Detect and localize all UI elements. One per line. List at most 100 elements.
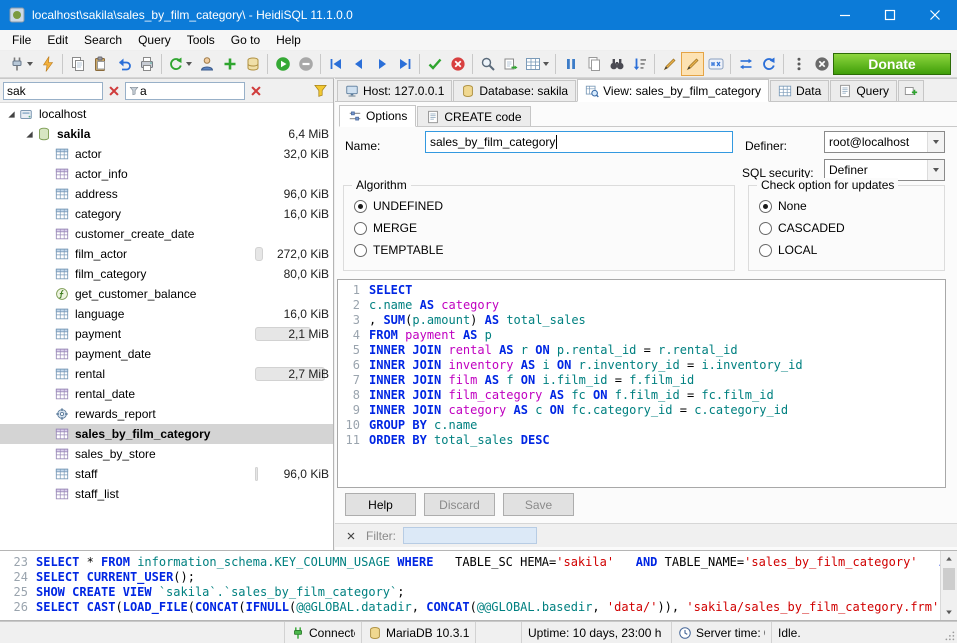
scroll-up-button[interactable] — [941, 551, 957, 567]
find-text-button[interactable] — [605, 52, 628, 76]
hex-view-button[interactable] — [704, 52, 727, 76]
tab-data[interactable]: Data — [770, 80, 829, 101]
tab-view-sales-by-film-category[interactable]: View: sales_by_film_category — [577, 79, 769, 102]
user-manager-button[interactable] — [195, 52, 218, 76]
tree-item-sales-by-film-category[interactable]: sales_by_film_category — [0, 424, 333, 444]
expand-arrow-icon[interactable] — [4, 110, 18, 119]
grid-view-button[interactable] — [522, 52, 552, 76]
previous-row-button[interactable] — [347, 52, 370, 76]
subtab-options[interactable]: Options — [339, 105, 416, 127]
tab-database-sakila[interactable]: Database: sakila — [453, 80, 576, 101]
close-filter-button[interactable] — [343, 528, 359, 544]
cancel-editing-button[interactable] — [446, 52, 469, 76]
combo-arrow-icon[interactable] — [927, 160, 944, 180]
tree-item-staff[interactable]: staff96,0 KiB — [0, 464, 333, 484]
disconnect-button[interactable] — [36, 52, 59, 76]
menu-query[interactable]: Query — [130, 31, 179, 49]
expand-arrow-icon[interactable] — [22, 130, 36, 139]
tree-item-rewards-report[interactable]: rewards_report — [0, 404, 333, 424]
export-rows-button[interactable] — [499, 52, 522, 76]
edit-pen-button[interactable] — [658, 52, 681, 76]
maximize-button[interactable] — [867, 0, 912, 30]
undo-button[interactable] — [112, 52, 135, 76]
cancel-operation-button[interactable] — [810, 52, 833, 76]
post-changes-button[interactable] — [423, 52, 446, 76]
table-filter-input[interactable] — [140, 84, 242, 98]
menu-go-to[interactable]: Go to — [223, 31, 268, 49]
tree-item-localhost[interactable]: localhost — [0, 104, 333, 124]
session-manager-button[interactable] — [6, 52, 36, 76]
first-row-button[interactable] — [324, 52, 347, 76]
reconnect-button[interactable] — [757, 52, 780, 76]
tree-item-staff-list[interactable]: staff_list — [0, 484, 333, 504]
radio-merge[interactable]: MERGE — [354, 220, 443, 236]
resize-grip-icon[interactable] — [942, 628, 956, 642]
next-row-button[interactable] — [370, 52, 393, 76]
tree-item-rental-date[interactable]: rental_date — [0, 384, 333, 404]
last-row-button[interactable] — [393, 52, 416, 76]
tree-item-language[interactable]: language16,0 KiB — [0, 304, 333, 324]
create-new-button[interactable] — [218, 52, 241, 76]
tree-item-actor[interactable]: actor32,0 KiB — [0, 144, 333, 164]
paste-button[interactable] — [89, 52, 112, 76]
more-tools-button[interactable] — [787, 52, 810, 76]
tree-item-payment-date[interactable]: payment_date — [0, 344, 333, 364]
menu-tools[interactable]: Tools — [179, 31, 223, 49]
copy-button[interactable] — [66, 52, 89, 76]
menu-file[interactable]: File — [4, 31, 39, 49]
copy-documents-button[interactable] — [582, 52, 605, 76]
clear-table-filter-button[interactable] — [247, 82, 265, 100]
tree-item-film-actor[interactable]: film_actor272,0 KiB — [0, 244, 333, 264]
view-name-input[interactable]: sales_by_film_category — [425, 131, 733, 153]
save-button[interactable]: Save — [503, 493, 574, 516]
syntax-highlight-button[interactable] — [681, 52, 704, 76]
search-button[interactable] — [476, 52, 499, 76]
tree-item-rental[interactable]: rental2,7 MiB — [0, 364, 333, 384]
help-button[interactable]: Help — [345, 493, 416, 516]
radio-temptable[interactable]: TEMPTABLE — [354, 242, 443, 258]
pause-button[interactable] — [559, 52, 582, 76]
database-tools-button[interactable] — [241, 52, 264, 76]
tab-host-127-0-0-1[interactable]: Host: 127.0.0.1 — [337, 80, 452, 101]
menu-help[interactable]: Help — [268, 31, 309, 49]
clear-database-filter-button[interactable] — [105, 82, 123, 100]
stop-button[interactable] — [294, 52, 317, 76]
tree-item-actor-info[interactable]: actor_info — [0, 164, 333, 184]
query-log-panel[interactable]: 23SELECT * FROM information_schema.KEY_C… — [0, 550, 957, 621]
radio-none[interactable]: None — [759, 198, 845, 214]
definer-combobox[interactable]: root@localhost — [824, 131, 945, 153]
close-button[interactable] — [912, 0, 957, 30]
subtab-create-code[interactable]: CREATE code — [417, 106, 530, 126]
execute-sql-button[interactable] — [271, 52, 294, 76]
menu-search[interactable]: Search — [76, 31, 130, 49]
sort-button[interactable] — [628, 52, 651, 76]
print-button[interactable] — [135, 52, 158, 76]
scroll-down-button[interactable] — [941, 604, 957, 620]
minimize-button[interactable] — [822, 0, 867, 30]
filter-favorites-button[interactable] — [310, 81, 330, 101]
donate-button[interactable]: Donate — [833, 53, 951, 75]
swap-button[interactable] — [734, 52, 757, 76]
tree-item-film-category[interactable]: film_category80,0 KiB — [0, 264, 333, 284]
tree-item-payment[interactable]: payment2,1 MiB — [0, 324, 333, 344]
refresh-button[interactable] — [165, 52, 195, 76]
tree-item-get-customer-balance[interactable]: get_customer_balance — [0, 284, 333, 304]
scrollbar-thumb[interactable] — [943, 568, 955, 590]
tree-item-sakila[interactable]: sakila6,4 MiB — [0, 124, 333, 144]
sql-editor[interactable]: 1SELECT2c.name AS category3, SUM(p.amoun… — [337, 279, 946, 488]
menu-edit[interactable]: Edit — [39, 31, 76, 49]
filter-input[interactable] — [403, 527, 537, 544]
combo-arrow-icon[interactable] — [927, 132, 944, 152]
tree-item-customer-create-date[interactable]: customer_create_date — [0, 224, 333, 244]
new-query-tab-button[interactable] — [898, 80, 924, 101]
discard-button[interactable]: Discard — [424, 493, 495, 516]
radio-undefined[interactable]: UNDEFINED — [354, 198, 443, 214]
database-filter-input[interactable] — [3, 82, 103, 100]
tree-item-sales-by-store[interactable]: sales_by_store — [0, 444, 333, 464]
radio-local[interactable]: LOCAL — [759, 242, 845, 258]
tree-item-category[interactable]: category16,0 KiB — [0, 204, 333, 224]
log-scrollbar[interactable] — [940, 551, 957, 620]
radio-cascaded[interactable]: CASCADED — [759, 220, 845, 236]
tree-item-address[interactable]: address96,0 KiB — [0, 184, 333, 204]
tab-query[interactable]: Query — [830, 80, 897, 101]
